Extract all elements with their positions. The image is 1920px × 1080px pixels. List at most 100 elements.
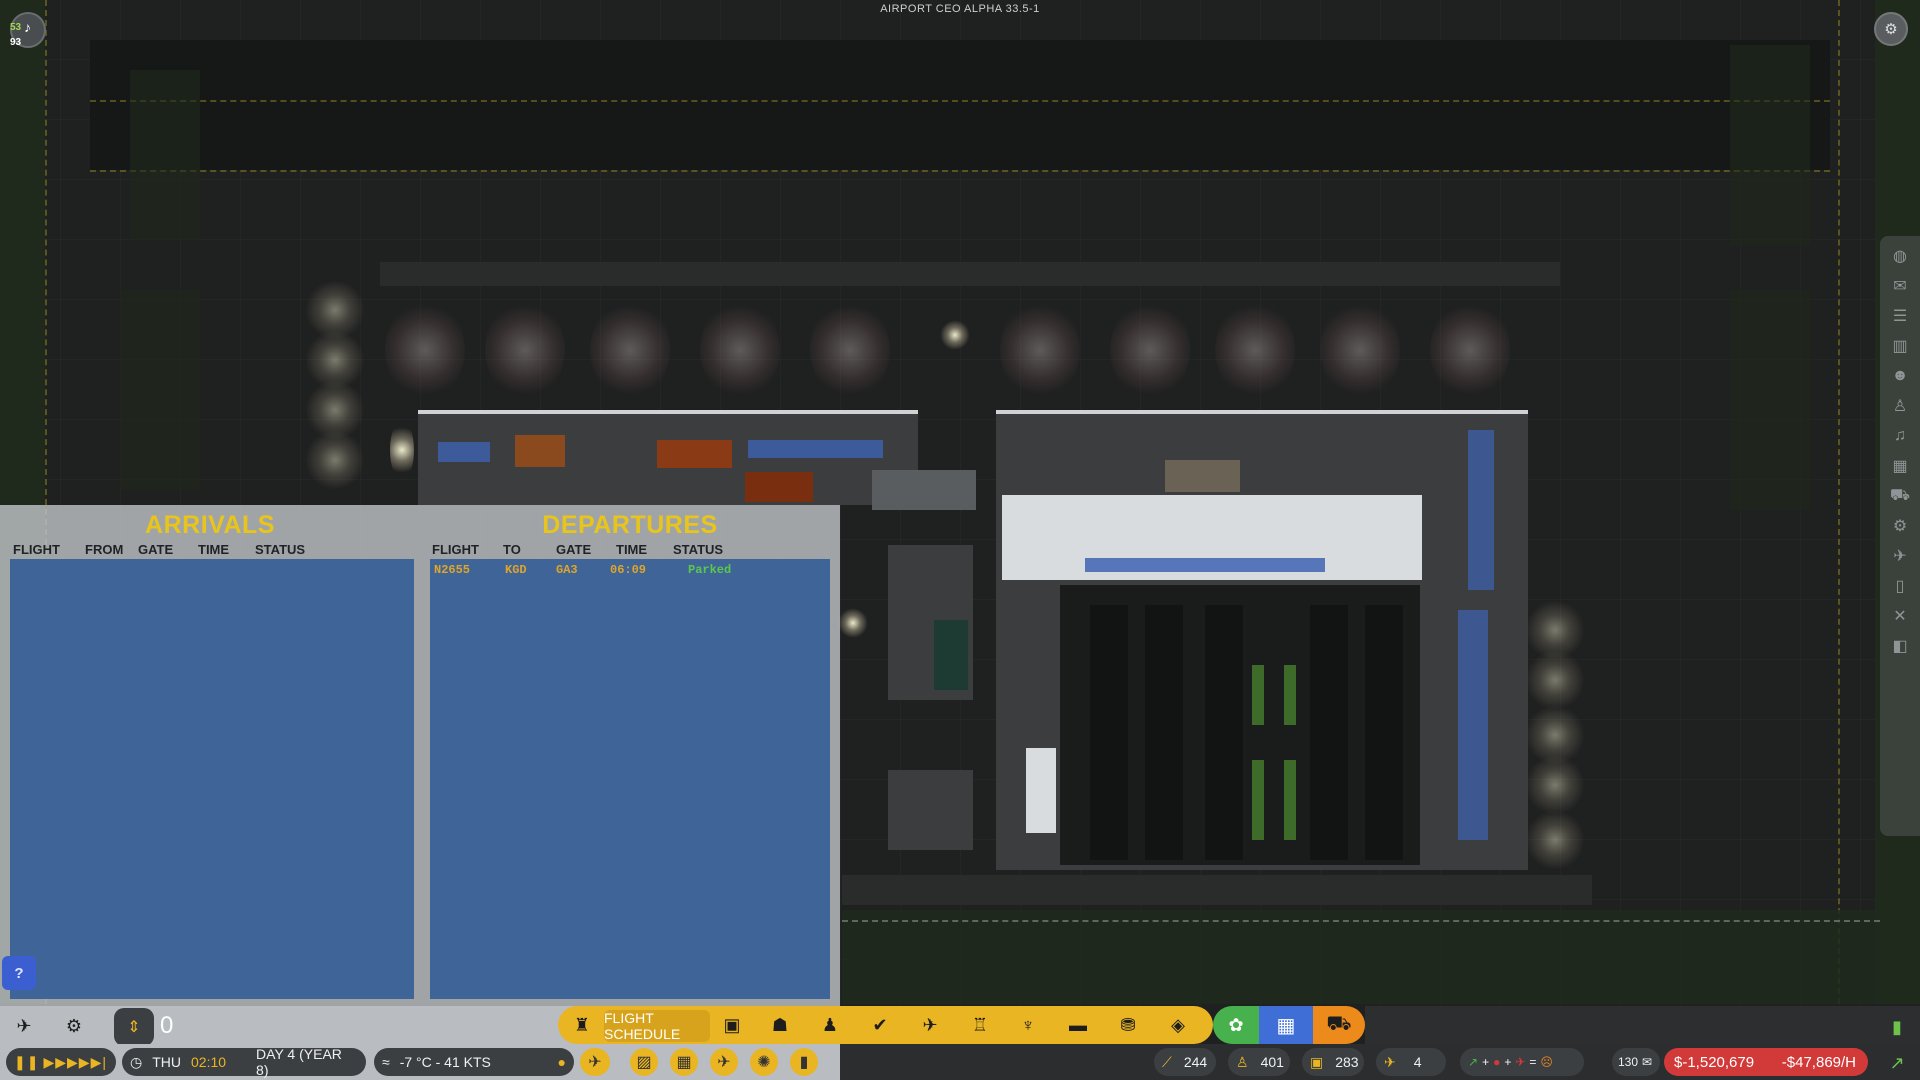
shop-icon: ⛃ [1120,1014,1136,1035]
report-icon[interactable]: ☰ [1885,302,1915,329]
zoom-stepper[interactable]: ⇕ [114,1008,154,1046]
settings-button[interactable]: ⚙ [54,1008,94,1044]
pause-icon[interactable]: ❚❚ [14,1054,39,1071]
bulldozer-button[interactable]: ⛟ [1313,1006,1365,1044]
fast-icon[interactable]: ▶▶ [55,1054,79,1071]
money-display[interactable]: $-1,520,679 -$47,869/H [1664,1048,1868,1076]
fastest-icon[interactable]: ▶▶| [79,1054,107,1071]
stand-light [1525,650,1585,710]
globe-icon[interactable]: ◍ [1885,242,1915,269]
arrivals-col-from: FROM [85,542,124,557]
bell-icon: ♪ [24,19,31,35]
seating-area [1085,558,1325,572]
chart-icon[interactable]: ▥ [1885,332,1915,359]
seating-area [1468,430,1494,590]
baggage-stat: ▣ 283 [1302,1048,1364,1076]
departures-col-to: TO [503,542,521,557]
clock-time: 02:10 [191,1054,227,1070]
shop-button[interactable]: ⛃ [1108,1007,1148,1043]
plane-icon: ✈ [1384,1053,1396,1070]
person-icon[interactable]: ♙ [1885,392,1915,419]
plane-services-button[interactable]: ✈ [910,1007,950,1043]
departures-col-time: TIME [616,542,648,557]
grid-button[interactable]: ▦ [1259,1006,1313,1044]
rating-up-icon: ↗ [1468,1055,1479,1069]
mail-display[interactable]: 130 ✉ [1612,1048,1660,1076]
departures-col-flight: FLIGHT [432,542,479,557]
stand-light [1525,755,1585,815]
sun-icon: ● [557,1054,566,1070]
planter [1252,665,1264,725]
up-down-arrows-icon: ⇕ [127,1019,141,1036]
food-icon: ♆ [1021,1014,1035,1035]
taxi-line [90,170,1830,172]
economy-button[interactable]: ↗ [1882,1050,1912,1076]
security-area [1165,460,1240,492]
mail-icon[interactable]: ✉ [1885,272,1915,299]
bag-quick-button[interactable]: ▮ [790,1048,818,1076]
food-button[interactable]: ♆ [1008,1007,1048,1043]
passengers-button[interactable]: ♟ [810,1007,850,1043]
stats-button[interactable]: ▮ [1882,1012,1912,1042]
bell-icon[interactable]: ♫ [1885,422,1915,449]
stat-value: 4 [1413,1054,1422,1070]
bag-icon[interactable]: ◧ [1885,632,1915,659]
arrivals-col-flight: FLIGHT [13,542,60,557]
security-icon: ✔ [872,1014,888,1035]
aircraft-stat: ✈ 4 [1376,1048,1446,1076]
flight-schedule-tab[interactable]: FLIGHT SCHEDULE [604,1010,710,1042]
control-tower-button[interactable]: ♜ [562,1007,602,1043]
shop-area [515,435,565,467]
speed-controls[interactable]: ❚❚ ▶ ▶▶ ▶▶| [6,1048,116,1076]
help-button[interactable]: ? [2,956,36,990]
plane-icon: ✈ [16,1015,32,1036]
vehicle-icon[interactable]: ⛟ [1885,482,1915,509]
building-icon[interactable]: ▦ [1885,452,1915,479]
gear-icon: ⚙ [65,1015,83,1036]
wind-icon: ≈ [382,1054,390,1070]
staff-stat: ♙ 401 [1228,1048,1290,1076]
gear-icon[interactable]: ⚙ [1885,512,1915,539]
security-button[interactable]: ✔ [860,1007,900,1043]
connector-building [872,470,976,510]
mail-icon: ✉ [1642,1055,1653,1069]
rating-neutral-icon: ● [1493,1055,1501,1069]
taxi-line [90,100,1830,102]
lamp [838,608,868,638]
plane-quick-button[interactable]: ✈ [710,1048,738,1076]
zoning-button[interactable]: ✿ [1213,1006,1259,1044]
stand-light [1525,810,1585,870]
weather-display[interactable]: ≈ -7 °C - 41 KTS ● [374,1048,574,1076]
tools-icon[interactable]: ✕ [1885,602,1915,629]
staff-button[interactable]: ☗ [760,1007,800,1043]
equals-icon: = [1529,1055,1537,1069]
check-in-button[interactable]: ♖ [960,1007,1000,1043]
plane-icon[interactable]: ✈ [1885,542,1915,569]
seating-button[interactable]: ▬ [1058,1007,1098,1043]
departures-list[interactable] [430,559,830,999]
stand [1430,300,1510,400]
gear-icon: ⚙ [1884,21,1898,38]
grass-patch [1730,45,1810,245]
rating-display[interactable]: ↗ + ● + ✈ = ☹ [1460,1048,1584,1076]
arrivals-list[interactable] [10,559,414,999]
stand [1320,300,1400,400]
door-icon[interactable]: ▯ [1885,572,1915,599]
apron-road [380,262,1560,286]
play-icon[interactable]: ▶ [43,1054,55,1071]
baggage-button[interactable]: ▣ [712,1007,752,1043]
flight-quick-button[interactable]: ✈ [580,1048,610,1076]
layers-button[interactable]: ◈ [1158,1007,1198,1043]
staff-icon[interactable]: ☻ [1885,362,1915,389]
edit-quick-button[interactable]: ▨ [630,1048,658,1076]
settings-gear-button[interactable]: ⚙ [1874,12,1908,46]
flights-button[interactable]: ✈ [4,1008,44,1044]
stat-value: 401 [1260,1054,1284,1070]
time-display: ◷ THU 02:10 DAY 4 (YEAR 8) [122,1046,366,1078]
stand-light [305,430,365,490]
grid-quick-button[interactable]: ▦ [670,1048,698,1076]
check-in-icon: ♖ [971,1014,989,1035]
planter [1252,760,1264,840]
lamp [940,320,970,350]
sun-quick-button[interactable]: ✺ [750,1048,778,1076]
